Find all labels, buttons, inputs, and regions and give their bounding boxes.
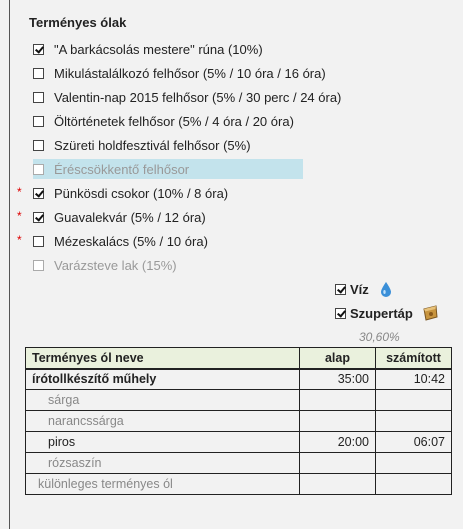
cell-name: írótollkészítő műhely (25, 367, 300, 390)
option-checkbox[interactable] (33, 259, 44, 271)
cell-calc: 06:07 (375, 431, 452, 453)
production-table: Terményes ól neve alap számított írótoll… (25, 347, 452, 495)
cell-calc (375, 473, 452, 495)
cell-name: sárga (25, 389, 300, 411)
option-row[interactable]: Mézeskalács (5% / 10 óra) (33, 231, 208, 251)
cell-calc (375, 452, 452, 474)
option-label: Öltörténetek felhősor (5% / 4 óra / 20 ó… (54, 113, 294, 129)
table-body: írótollkészítő műhely 35:00 10:42 sárga nara… (25, 367, 452, 495)
required-mark: * (17, 185, 22, 199)
cell-name: narancssárga (25, 410, 300, 432)
option-label: Éréscsökkentő felhősor (54, 161, 190, 177)
left-border-line (9, 0, 10, 529)
water-option[interactable]: Víz (335, 281, 392, 297)
cell-base (299, 389, 376, 411)
option-row[interactable]: "A barkácsolás mestere" rúna (10%) (33, 39, 263, 59)
cell-base: 20:00 (299, 431, 376, 453)
option-label: Mikulástalálkozó felhősor (5% / 10 óra /… (54, 65, 326, 81)
water-drop-icon (380, 282, 391, 297)
option-checkbox[interactable] (33, 43, 44, 55)
cell-base (299, 452, 376, 474)
option-checkbox[interactable] (33, 211, 44, 223)
col-name-header: Terményes ól neve (25, 347, 300, 370)
option-row[interactable]: Varázsteve lak (15%) (33, 255, 177, 275)
col-base-header: alap (299, 347, 376, 370)
table-row: narancssárga (25, 410, 452, 432)
cell-calc (375, 410, 452, 432)
option-checkbox[interactable] (33, 67, 44, 79)
water-checkbox[interactable] (335, 283, 346, 295)
fertilizer-label: Szupertáp (350, 305, 413, 321)
option-row[interactable]: Szüreti holdfesztivál felhősor (5%) (33, 135, 251, 155)
fertilizer-checkbox[interactable] (335, 307, 346, 319)
option-row[interactable]: Éréscsökkentő felhősor (33, 159, 303, 179)
table-row: sárga (25, 389, 452, 411)
option-checkbox[interactable] (33, 91, 44, 103)
option-checkbox[interactable] (33, 235, 44, 247)
cell-name: piros (25, 431, 300, 453)
cell-name: különleges terményes ól (25, 473, 300, 495)
cell-calc: 10:42 (375, 367, 452, 390)
option-label: Guavalekvár (5% / 12 óra) (54, 209, 206, 225)
fertilizer-option[interactable]: Szupertáp (335, 304, 439, 322)
option-label: Szüreti holdfesztivál felhősor (5%) (54, 137, 251, 153)
option-checkbox[interactable] (33, 163, 44, 175)
option-label: Pünkösdi csokor (10% / 8 óra) (54, 185, 229, 201)
option-row[interactable]: Pünkösdi csokor (10% / 8 óra) (33, 183, 228, 203)
option-checkbox[interactable] (33, 139, 44, 151)
option-label: "A barkácsolás mestere" rúna (10%) (54, 41, 263, 57)
fertilizer-bag-icon (423, 305, 438, 321)
option-label: Varázsteve lak (15%) (54, 257, 177, 273)
table-row: piros 20:00 06:07 (25, 431, 452, 453)
table-row: különleges terményes ól (25, 473, 452, 495)
cell-base (299, 410, 376, 432)
option-checkbox[interactable] (33, 187, 44, 199)
option-checkbox[interactable] (33, 115, 44, 127)
option-row[interactable]: Valentin-nap 2015 felhősor (5% / 30 perc… (33, 87, 341, 107)
required-mark: * (17, 209, 22, 223)
table-row: rózsaszín (25, 452, 452, 474)
cell-calc (375, 389, 452, 411)
cell-base: 35:00 (299, 367, 376, 390)
table-header-row: Terményes ól neve alap számított (25, 347, 452, 370)
water-label: Víz (350, 281, 369, 297)
percent-value: 30,60% (359, 330, 400, 344)
col-calc-header: számított (375, 347, 452, 370)
cell-base (299, 473, 376, 495)
option-row[interactable]: Mikulástalálkozó felhősor (5% / 10 óra /… (33, 63, 326, 83)
option-row[interactable]: Guavalekvár (5% / 12 óra) (33, 207, 206, 227)
option-label: Mézeskalács (5% / 10 óra) (54, 233, 208, 249)
option-row[interactable]: Öltörténetek felhősor (5% / 4 óra / 20 ó… (33, 111, 294, 131)
section-heading: Terményes ólak (29, 15, 127, 30)
cell-name: rózsaszín (25, 452, 300, 474)
required-mark: * (17, 233, 22, 247)
option-label: Valentin-nap 2015 felhősor (5% / 30 perc… (54, 89, 342, 105)
table-row: írótollkészítő műhely 35:00 10:42 (25, 367, 452, 390)
